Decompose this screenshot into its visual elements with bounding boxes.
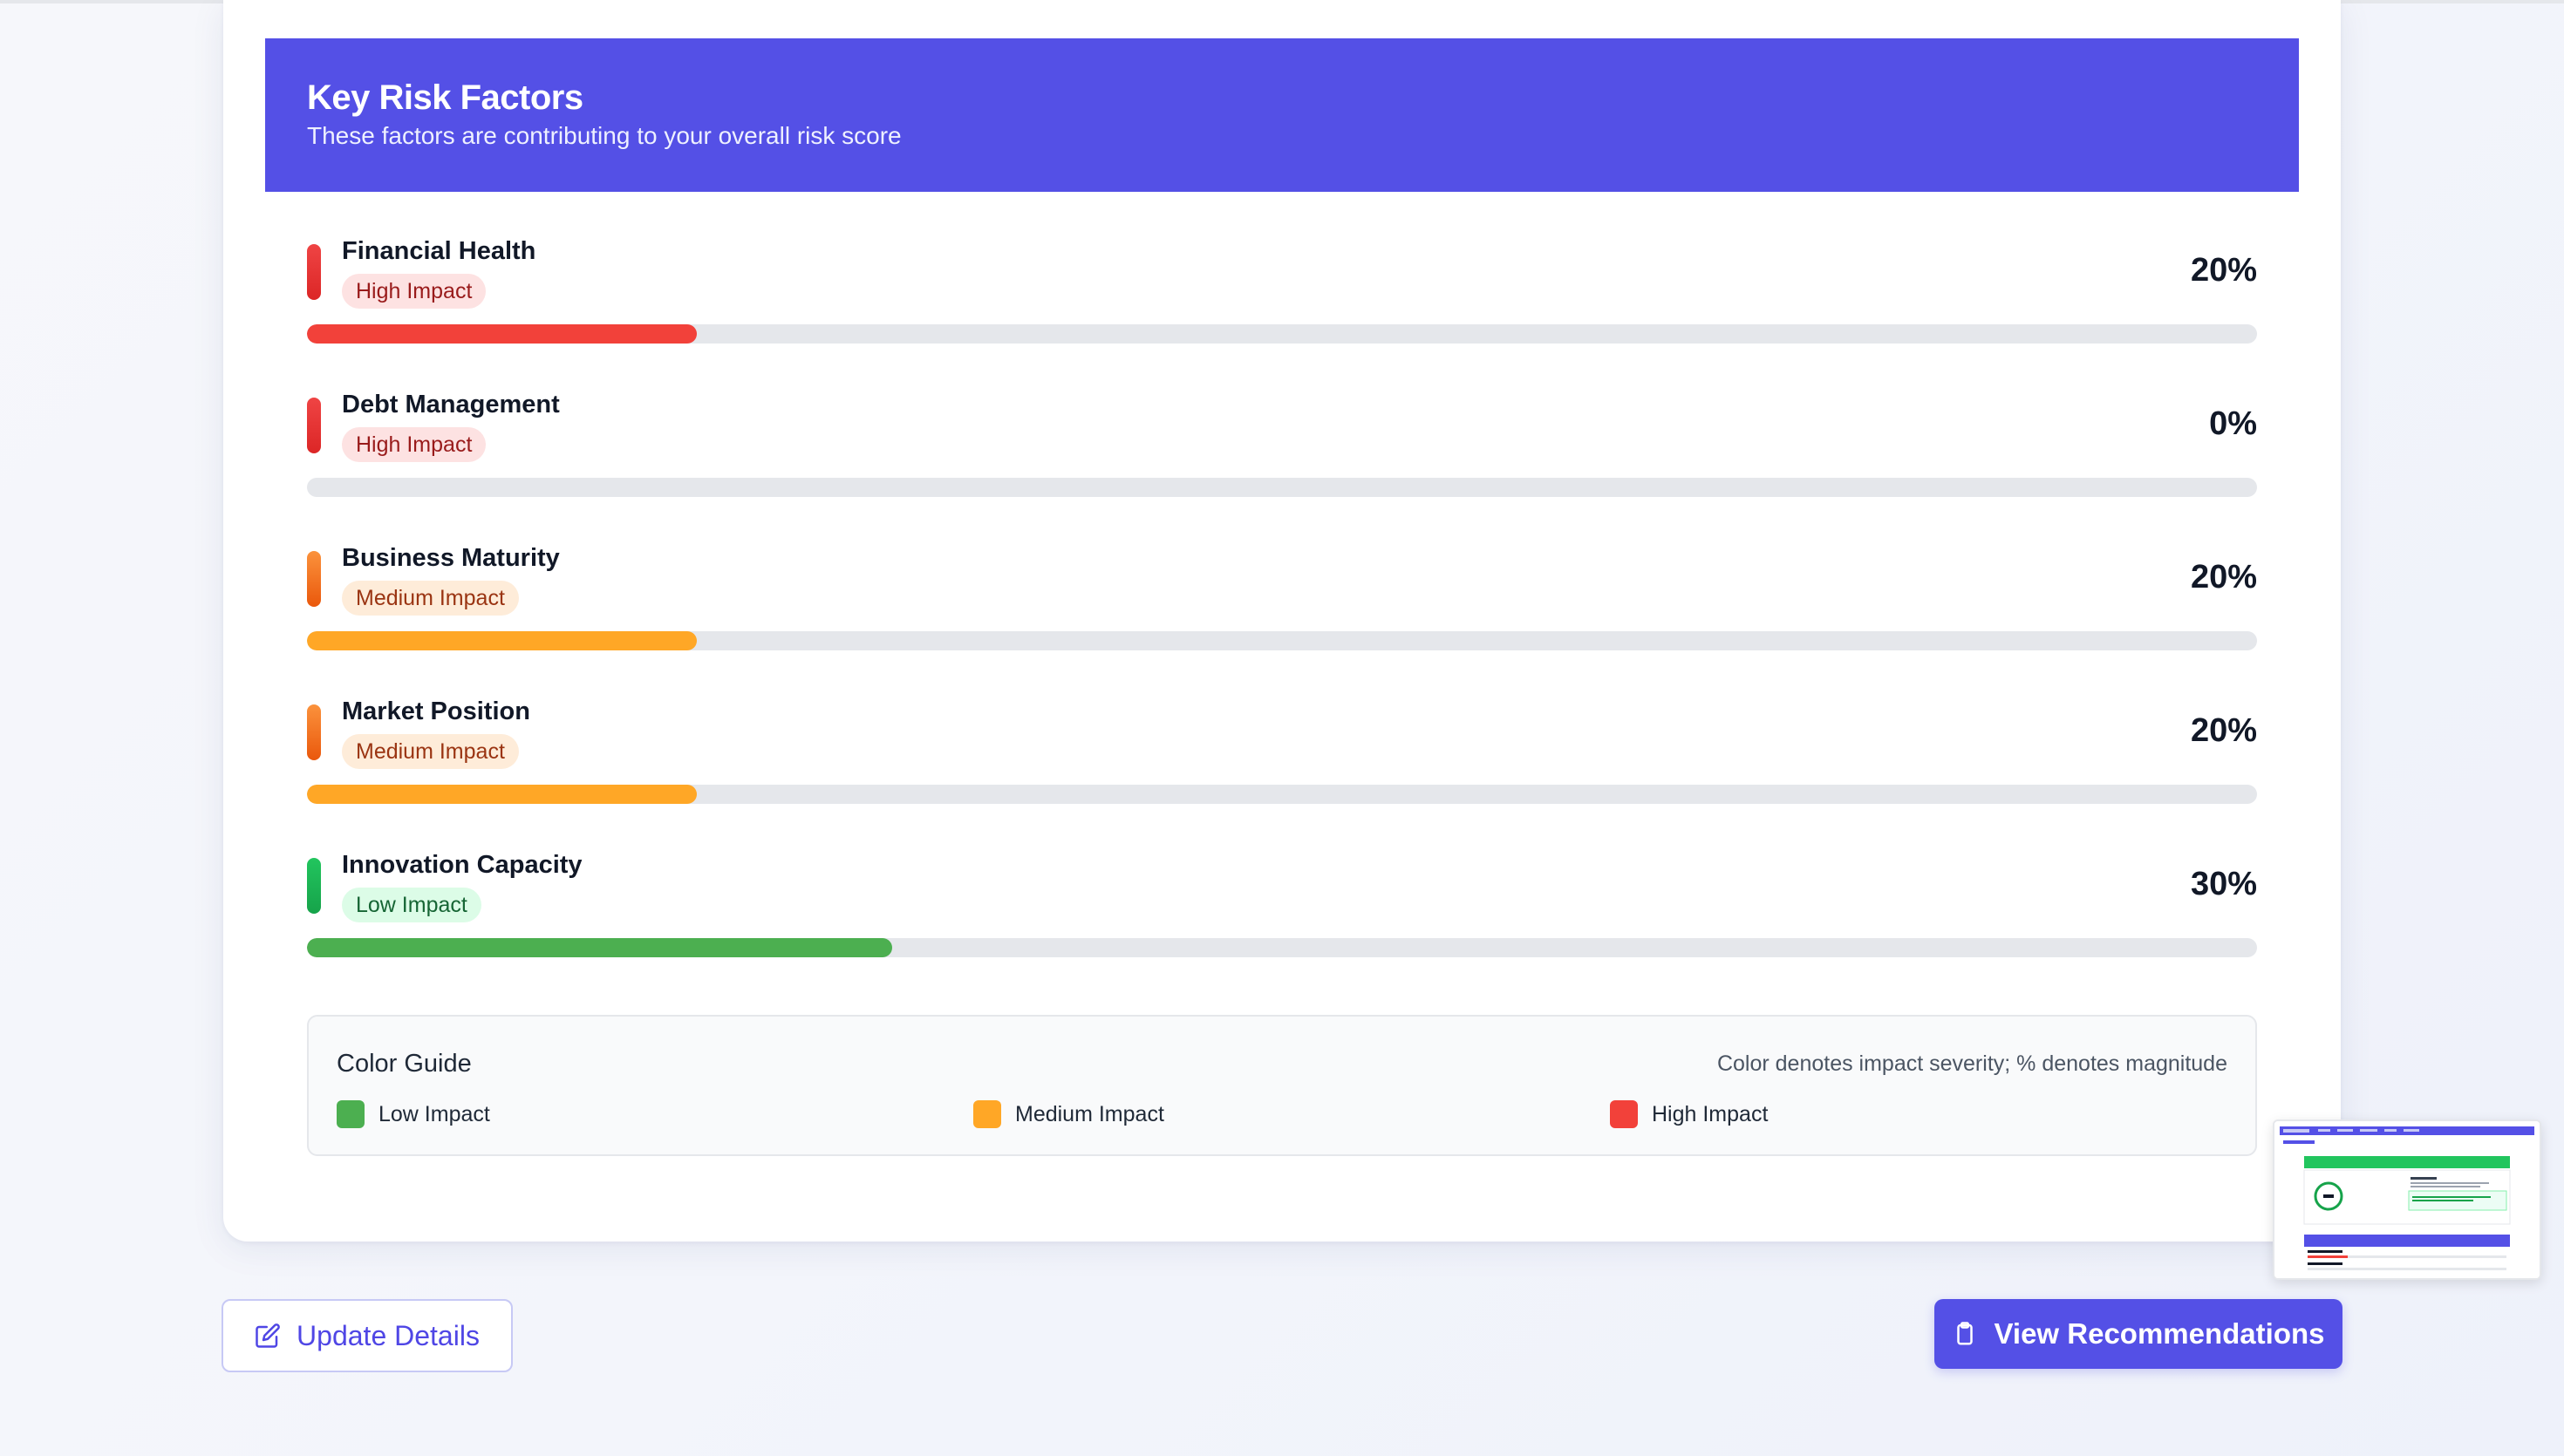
- color-guide-note: Color denotes impact severity; % denotes…: [1716, 1051, 2227, 1076]
- progress-fill: [307, 631, 698, 650]
- impact-badge: Low Impact: [342, 888, 481, 922]
- color-guide: Color Guide Color denotes impact severit…: [307, 1015, 2257, 1156]
- page-preview-image: [2274, 1121, 2540, 1278]
- risk-factor-financial-health: Financial Health High Impact 20%: [307, 228, 2257, 382]
- legend-high-label: High Impact: [1652, 1101, 1769, 1126]
- impact-indicator: [307, 398, 321, 453]
- factor-name: Financial Health: [342, 237, 536, 265]
- legend-medium: Medium Impact: [973, 1100, 1164, 1128]
- factor-percent: 20%: [2190, 712, 2257, 749]
- medium-impact-swatch: [973, 1100, 1001, 1128]
- legend-low-label: Low Impact: [378, 1101, 490, 1126]
- progress-track: [307, 478, 2257, 497]
- factor-name: Market Position: [342, 697, 530, 725]
- impact-badge: High Impact: [342, 274, 487, 309]
- risk-factor-list: Financial Health High Impact 20% Debt Ma…: [307, 228, 2257, 996]
- progress-track: [307, 785, 2257, 804]
- impact-indicator: [307, 704, 321, 760]
- progress-fill: [307, 785, 698, 804]
- factor-name: Business Maturity: [342, 544, 560, 572]
- factor-percent: 20%: [2190, 252, 2257, 289]
- impact-indicator: [307, 244, 321, 300]
- factor-percent: 30%: [2190, 866, 2257, 902]
- legend-high: High Impact: [1610, 1100, 1768, 1128]
- factor-name: Debt Management: [342, 391, 560, 418]
- view-recommendations-label: View Recommendations: [1994, 1317, 2325, 1350]
- progress-fill: [307, 324, 698, 344]
- factor-percent: 20%: [2190, 559, 2257, 595]
- update-details-button[interactable]: Update Details: [222, 1299, 513, 1372]
- legend-low: Low Impact: [337, 1100, 490, 1128]
- page-preview-thumbnail[interactable]: [2273, 1119, 2541, 1280]
- impact-badge: Medium Impact: [342, 581, 519, 616]
- progress-track: [307, 324, 2257, 344]
- high-impact-swatch: [1610, 1100, 1638, 1128]
- risk-factors-subtitle: These factors are contributing to your o…: [307, 122, 902, 149]
- clipboard-icon: [1952, 1321, 1978, 1347]
- progress-track: [307, 631, 2257, 650]
- risk-factor-innovation-capacity: Innovation Capacity Low Impact 30%: [307, 842, 2257, 996]
- factor-name: Innovation Capacity: [342, 851, 583, 879]
- risk-factors-header: Key Risk Factors These factors are contr…: [265, 38, 2299, 192]
- progress-track: [307, 938, 2257, 957]
- update-details-label: Update Details: [297, 1319, 480, 1351]
- color-guide-title: Color Guide: [337, 1050, 472, 1078]
- factor-percent: 0%: [2209, 405, 2257, 442]
- risk-factors-card: Key Risk Factors These factors are contr…: [223, 0, 2341, 1242]
- impact-indicator: [307, 551, 321, 607]
- risk-factor-business-maturity: Business Maturity Medium Impact 20%: [307, 535, 2257, 689]
- impact-indicator: [307, 858, 321, 914]
- legend-medium-label: Medium Impact: [1015, 1101, 1164, 1126]
- progress-fill: [307, 938, 892, 957]
- risk-factors-title: Key Risk Factors: [307, 78, 583, 117]
- impact-badge: Medium Impact: [342, 734, 519, 769]
- edit-icon: [255, 1323, 281, 1349]
- view-recommendations-button[interactable]: View Recommendations: [1934, 1299, 2342, 1369]
- risk-factor-debt-management: Debt Management High Impact 0%: [307, 382, 2257, 535]
- risk-factor-market-position: Market Position Medium Impact 20%: [307, 689, 2257, 842]
- low-impact-swatch: [337, 1100, 365, 1128]
- impact-badge: High Impact: [342, 427, 487, 462]
